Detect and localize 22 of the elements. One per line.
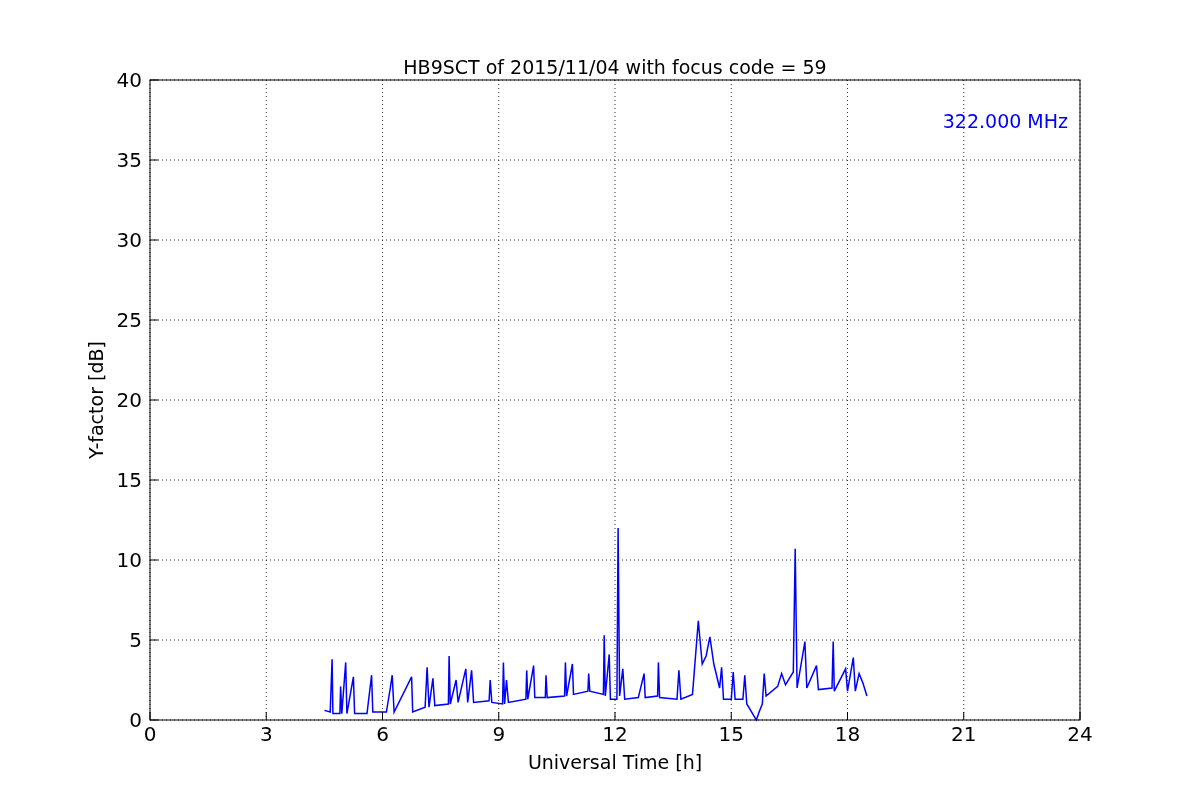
y-tick-label: 5: [129, 628, 142, 652]
x-tick-label: 0: [143, 722, 157, 746]
x-tick-label: 3: [259, 722, 273, 746]
y-tick-label: 20: [116, 388, 142, 412]
y-tick-label: 0: [129, 708, 142, 732]
y-tick-label: 35: [116, 148, 142, 172]
x-axis-label: Universal Time [h]: [527, 751, 703, 773]
x-tick-label: 24: [1067, 722, 1093, 746]
x-tick-label: 18: [834, 722, 861, 746]
y-axis-label: Y-factor [dB]: [85, 341, 107, 459]
x-tick-label: 15: [718, 722, 744, 746]
x-tick-label: 9: [492, 722, 506, 746]
y-tick-label: 10: [116, 548, 142, 572]
chart-title: HB9SCT of 2015/11/04 with focus code = 59: [403, 56, 827, 78]
frequency-annotation: 322.000 MHz: [942, 110, 1068, 132]
x-tick-label: 6: [376, 722, 389, 746]
y-tick-label: 25: [116, 308, 142, 332]
x-tick-label: 12: [602, 722, 628, 746]
y-tick-label: 40: [116, 68, 142, 92]
x-tick-label: 21: [951, 722, 977, 746]
y-tick-label: 30: [116, 228, 142, 252]
y-tick-label: 15: [116, 468, 142, 492]
